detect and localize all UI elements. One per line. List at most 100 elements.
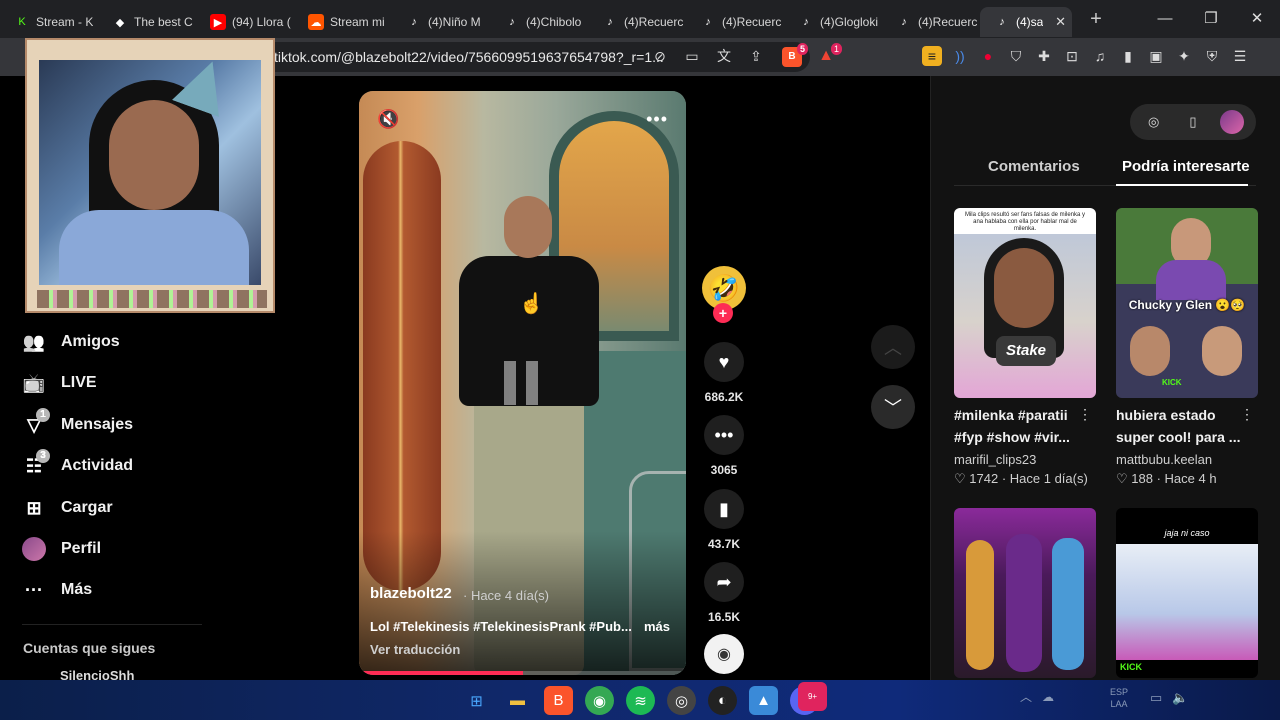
- tab-strip: K Stream - K ◆ The best C ▶ (94) Llora (☁ Stre…: [0, 1, 1072, 37]
- card-title[interactable]: hubiera estado super cool! para ...: [1116, 404, 1248, 448]
- spotify-icon[interactable]: ≋: [626, 686, 655, 715]
- obs-icon[interactable]: ◎: [667, 686, 696, 715]
- card-more-icon[interactable]: ⋮: [1078, 406, 1092, 423]
- minimize-button[interactable]: —: [1142, 0, 1188, 38]
- user-avatar[interactable]: [1220, 110, 1245, 134]
- extension-icons: ≡ )) ● ⛉ ✚ ⊡ ♫ ▮ ▣ ✦ ⛨ ☰: [922, 46, 1250, 66]
- share-action[interactable]: ➦ 16.5K: [702, 562, 746, 624]
- extensions-puzzle-icon[interactable]: ✚: [1034, 46, 1054, 66]
- brave-browser-icon[interactable]: B: [544, 686, 573, 715]
- browser-tab[interactable]: ☁ Stream mi: [294, 7, 392, 37]
- sidebar-toggle-icon[interactable]: ▮: [1118, 46, 1138, 66]
- sidebar-item-cargar[interactable]: ⊞ Cargar: [22, 496, 112, 520]
- card-username[interactable]: marifil_clips23: [954, 452, 1036, 467]
- bookmark-icon[interactable]: ▮: [704, 489, 744, 529]
- browser-tab[interactable]: K Stream - K: [0, 7, 98, 37]
- sidebar-item-actividad[interactable]: ☷ 3 Actividad: [22, 449, 133, 478]
- card-username[interactable]: mattbubu.keelan: [1116, 452, 1212, 467]
- kick-logo: KICK: [1120, 662, 1142, 672]
- sidebar-item-amigos[interactable]: 👥 Amigos: [22, 330, 120, 354]
- browser-tab[interactable]: ♪ (4)Recuerc: [588, 7, 686, 37]
- heart-icon[interactable]: ♥: [704, 342, 744, 382]
- camera-app-icon[interactable]: ◐: [708, 686, 737, 715]
- mute-icon[interactable]: 🔇: [377, 109, 399, 130]
- vpn-icon[interactable]: ⛨: [1202, 46, 1222, 66]
- browser-tab[interactable]: ♪ (4)Recuerc: [686, 7, 784, 37]
- volume-icon[interactable]: 🔈: [1172, 690, 1188, 706]
- no-network-icon[interactable]: ⊘: [650, 46, 670, 66]
- card-meta: ♡ 188 · Hace 4 h: [1116, 471, 1217, 486]
- sidebar-item-mensajes[interactable]: ▽ 1 Mensajes: [22, 408, 133, 437]
- browser-tab[interactable]: ▶ (94) Llora (: [196, 7, 294, 37]
- close-window-button[interactable]: ✕: [1234, 0, 1280, 38]
- menu-icon[interactable]: ☰: [1230, 46, 1250, 66]
- follow-plus-button[interactable]: +: [713, 303, 733, 323]
- video-author[interactable]: blazebolt22: [370, 585, 452, 602]
- cast-icon[interactable]: ▭: [682, 46, 702, 66]
- comment-icon[interactable]: •••: [704, 415, 744, 455]
- video-more-options-icon[interactable]: •••: [646, 109, 668, 130]
- share-icon[interactable]: ⇪: [746, 46, 766, 66]
- browser-tab[interactable]: ♪ (4)Chibolo: [490, 7, 588, 37]
- previous-video-button[interactable]: ︿: [871, 325, 915, 369]
- video-progress-bar[interactable]: [359, 671, 686, 675]
- lang-layout: LAA: [1110, 699, 1128, 709]
- cloud-icon[interactable]: ☁: [1042, 690, 1054, 704]
- card-title[interactable]: #milenka #paratii #fyp #show #vir...: [954, 404, 1086, 448]
- wallet-icon[interactable]: ▣: [1146, 46, 1166, 66]
- video-thumbnail[interactable]: Chucky y Glen 😮🥺 KICK: [1116, 208, 1258, 398]
- live-tv-icon: 📺: [22, 372, 46, 393]
- discord-icon[interactable]: ☺9+: [790, 682, 827, 715]
- music-disc-icon[interactable]: ◉: [704, 634, 744, 674]
- video-thumbnail[interactable]: jaja ni caso KICK: [1116, 508, 1258, 678]
- compass-icon[interactable]: ◎: [1142, 110, 1166, 134]
- video-player[interactable]: 🔇 ••• ☝ blazebolt22 · Hace 4 día(s) Lol …: [359, 91, 686, 675]
- see-translation-link[interactable]: Ver traducción: [370, 642, 460, 657]
- ai-assistant-icon[interactable]: ✦: [1174, 46, 1194, 66]
- browser-tab[interactable]: ♪ (4)sa ✕: [980, 7, 1072, 37]
- restore-button[interactable]: ❐: [1188, 0, 1234, 38]
- pause-icon[interactable]: [504, 361, 540, 405]
- sidebar-item-label: Amigos: [61, 333, 120, 350]
- browser-tab[interactable]: ◆ The best C: [98, 7, 196, 37]
- extension-shield-icon[interactable]: ⛉: [1006, 46, 1026, 66]
- browser-tab[interactable]: ♪ (4)Glogloki: [784, 7, 882, 37]
- screenshot-icon[interactable]: ⊡: [1062, 46, 1082, 66]
- tray-chevron-icon[interactable]: ︿: [1020, 688, 1032, 705]
- close-tab-icon[interactable]: ✕: [1055, 14, 1066, 30]
- mobile-icon[interactable]: ▯: [1181, 110, 1205, 134]
- extension-audio-icon[interactable]: )): [950, 46, 970, 66]
- like-action[interactable]: ♥ 686.2K: [702, 342, 746, 404]
- next-video-button[interactable]: ﹀: [871, 385, 915, 429]
- save-action[interactable]: ▮ 43.7K: [702, 489, 746, 551]
- windows-start-icon[interactable]: ⊞: [462, 686, 491, 715]
- new-tab-button[interactable]: +: [1084, 8, 1108, 31]
- share-arrow-icon[interactable]: ➦: [704, 562, 744, 602]
- file-explorer-icon[interactable]: ▬: [503, 686, 532, 715]
- card-more-icon[interactable]: ⋮: [1240, 406, 1254, 423]
- comment-action[interactable]: ••• 3065: [702, 415, 746, 477]
- chrome-icon[interactable]: ◉: [585, 686, 614, 715]
- tab-comentarios[interactable]: Comentarios: [988, 158, 1080, 175]
- network-icon[interactable]: ▭: [1150, 690, 1162, 706]
- video-thumbnail[interactable]: Mila clips resultó ser fans falsas de mi…: [954, 208, 1096, 398]
- translate-icon[interactable]: 文: [714, 46, 734, 66]
- caption-more-link[interactable]: más: [644, 619, 670, 634]
- tiktok-icon: ♪: [607, 16, 613, 28]
- messages-icon: ▽ 1: [22, 408, 50, 437]
- sidebar-item-ms[interactable]: ··· Más: [22, 578, 92, 602]
- language-indicator[interactable]: ESP LAA: [1110, 686, 1128, 710]
- thumbnail-overlay-text: jaja ni caso: [1164, 528, 1210, 538]
- brave-shield-icon[interactable]: B5: [782, 43, 808, 67]
- music-icon[interactable]: ♫: [1090, 46, 1110, 66]
- sidebar-item-live[interactable]: 📺 LIVE: [22, 371, 97, 395]
- browser-tab[interactable]: ♪ (4)Niño M: [392, 7, 490, 37]
- brave-rewards-icon[interactable]: ▲ 1: [816, 43, 842, 67]
- extension-red-icon[interactable]: ●: [978, 46, 998, 66]
- browser-tab[interactable]: ♪ (4)Recuerc: [882, 7, 980, 37]
- photos-icon[interactable]: ▲: [749, 686, 778, 715]
- sidebar-item-perfil[interactable]: Perfil: [22, 537, 101, 561]
- tab-podria-interesarte[interactable]: Podría interesarte: [1122, 158, 1250, 175]
- extension-yellow-icon[interactable]: ≡: [922, 46, 942, 66]
- video-thumbnail[interactable]: [954, 508, 1096, 678]
